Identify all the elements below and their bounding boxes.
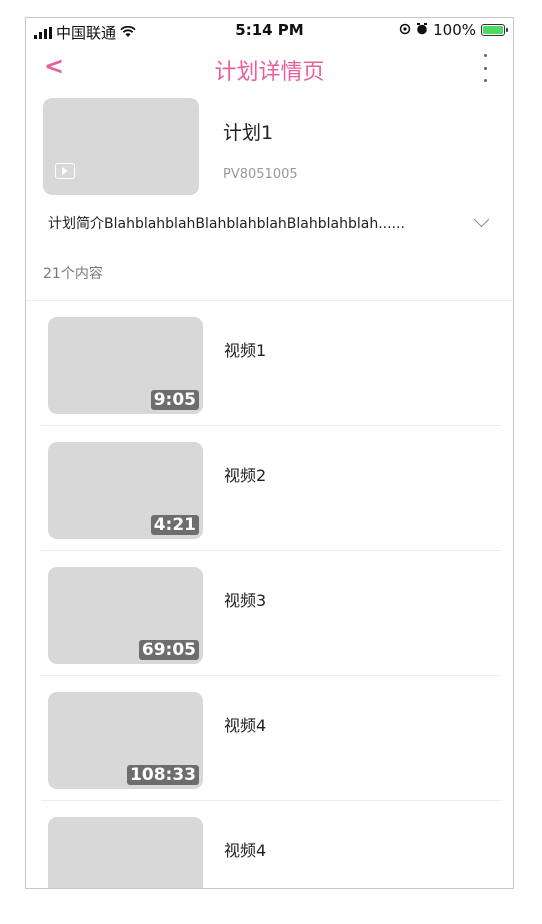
video-thumbnail[interactable]: 69:05: [48, 567, 203, 664]
video-item[interactable]: 视频4: [26, 801, 513, 888]
video-title: 视频1: [224, 341, 267, 360]
plan-title: 计划1: [223, 122, 274, 144]
more-menu-icon[interactable]: [475, 54, 495, 82]
video-title: 视频3: [224, 591, 267, 610]
video-title: 视频2: [224, 466, 267, 485]
duration-badge: 4:21: [150, 515, 199, 535]
video-title: 视频4: [224, 841, 267, 860]
video-item[interactable]: 108:33 视频4: [26, 676, 513, 801]
content-count: 21个内容: [43, 266, 103, 282]
page-title: 计划详情页: [214, 60, 325, 85]
video-list: 9:05 视频1 4:21 视频2 69:05 视频3 108:33 视频4 视…: [26, 301, 513, 888]
video-thumbnail[interactable]: 108:33: [48, 692, 203, 789]
status-right: 100%: [399, 21, 508, 39]
plan-thumbnail[interactable]: [43, 98, 199, 195]
chevron-down-icon[interactable]: [473, 211, 490, 228]
plan-description: 计划简介BlahblahblahBlahblahblahBlahblahblah…: [48, 216, 405, 232]
plan-code: PV8051005: [223, 167, 298, 182]
rotation-lock-icon: [399, 21, 411, 39]
video-item[interactable]: 69:05 视频3: [26, 551, 513, 676]
video-thumbnail[interactable]: [48, 817, 203, 888]
battery-icon: [481, 24, 508, 36]
battery-percent: 100%: [433, 21, 476, 39]
video-item[interactable]: 4:21 视频2: [26, 426, 513, 551]
play-icon: [55, 163, 75, 179]
duration-badge: 108:33: [127, 765, 199, 785]
video-thumbnail[interactable]: 9:05: [48, 317, 203, 414]
nav-bar: < 计划详情页: [26, 50, 513, 88]
duration-badge: 69:05: [138, 640, 199, 660]
video-title: 视频4: [224, 716, 267, 735]
duration-badge: 9:05: [150, 390, 199, 410]
status-bar: 中国联通 5:14 PM 100%: [26, 18, 513, 42]
video-thumbnail[interactable]: 4:21: [48, 442, 203, 539]
phone-screen: 中国联通 5:14 PM 100% < 计划详情页 计划1 PV8051005 …: [25, 17, 514, 889]
video-item[interactable]: 9:05 视频1: [26, 301, 513, 426]
alarm-icon: [416, 21, 428, 39]
